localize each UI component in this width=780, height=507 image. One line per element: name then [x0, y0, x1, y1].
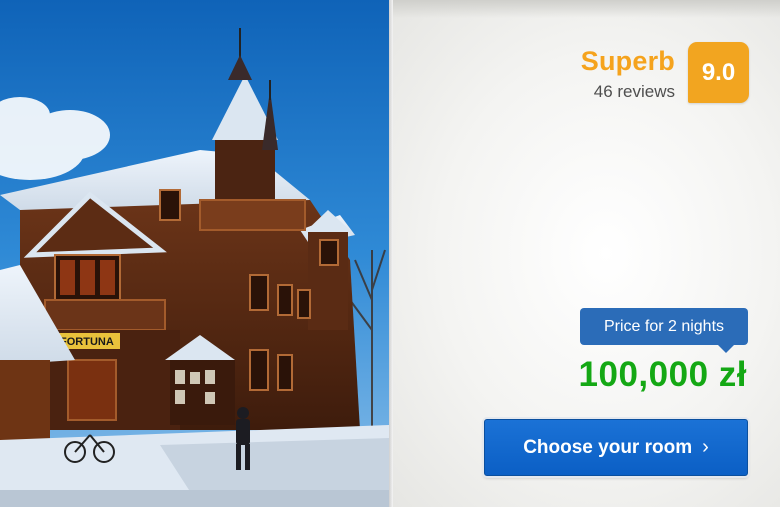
panel-top-shade [393, 0, 780, 18]
rating-label: Superb [580, 46, 675, 76]
tooltip-arrow-icon [718, 345, 734, 353]
score-badge: 9.0 [688, 42, 749, 103]
shop-sign-text: FORTUNA [60, 336, 114, 348]
chevron-right-icon: › [702, 436, 709, 458]
choose-room-button[interactable]: Choose your room › [484, 419, 748, 476]
review-count-link[interactable]: 46 reviews [594, 82, 675, 102]
price-tooltip: Price for 2 nights [580, 308, 748, 345]
price-amount: 100,000 zł [578, 355, 747, 394]
hotel-photo: FORTUNA [0, 0, 389, 507]
choose-room-label: Choose your room [523, 436, 693, 458]
